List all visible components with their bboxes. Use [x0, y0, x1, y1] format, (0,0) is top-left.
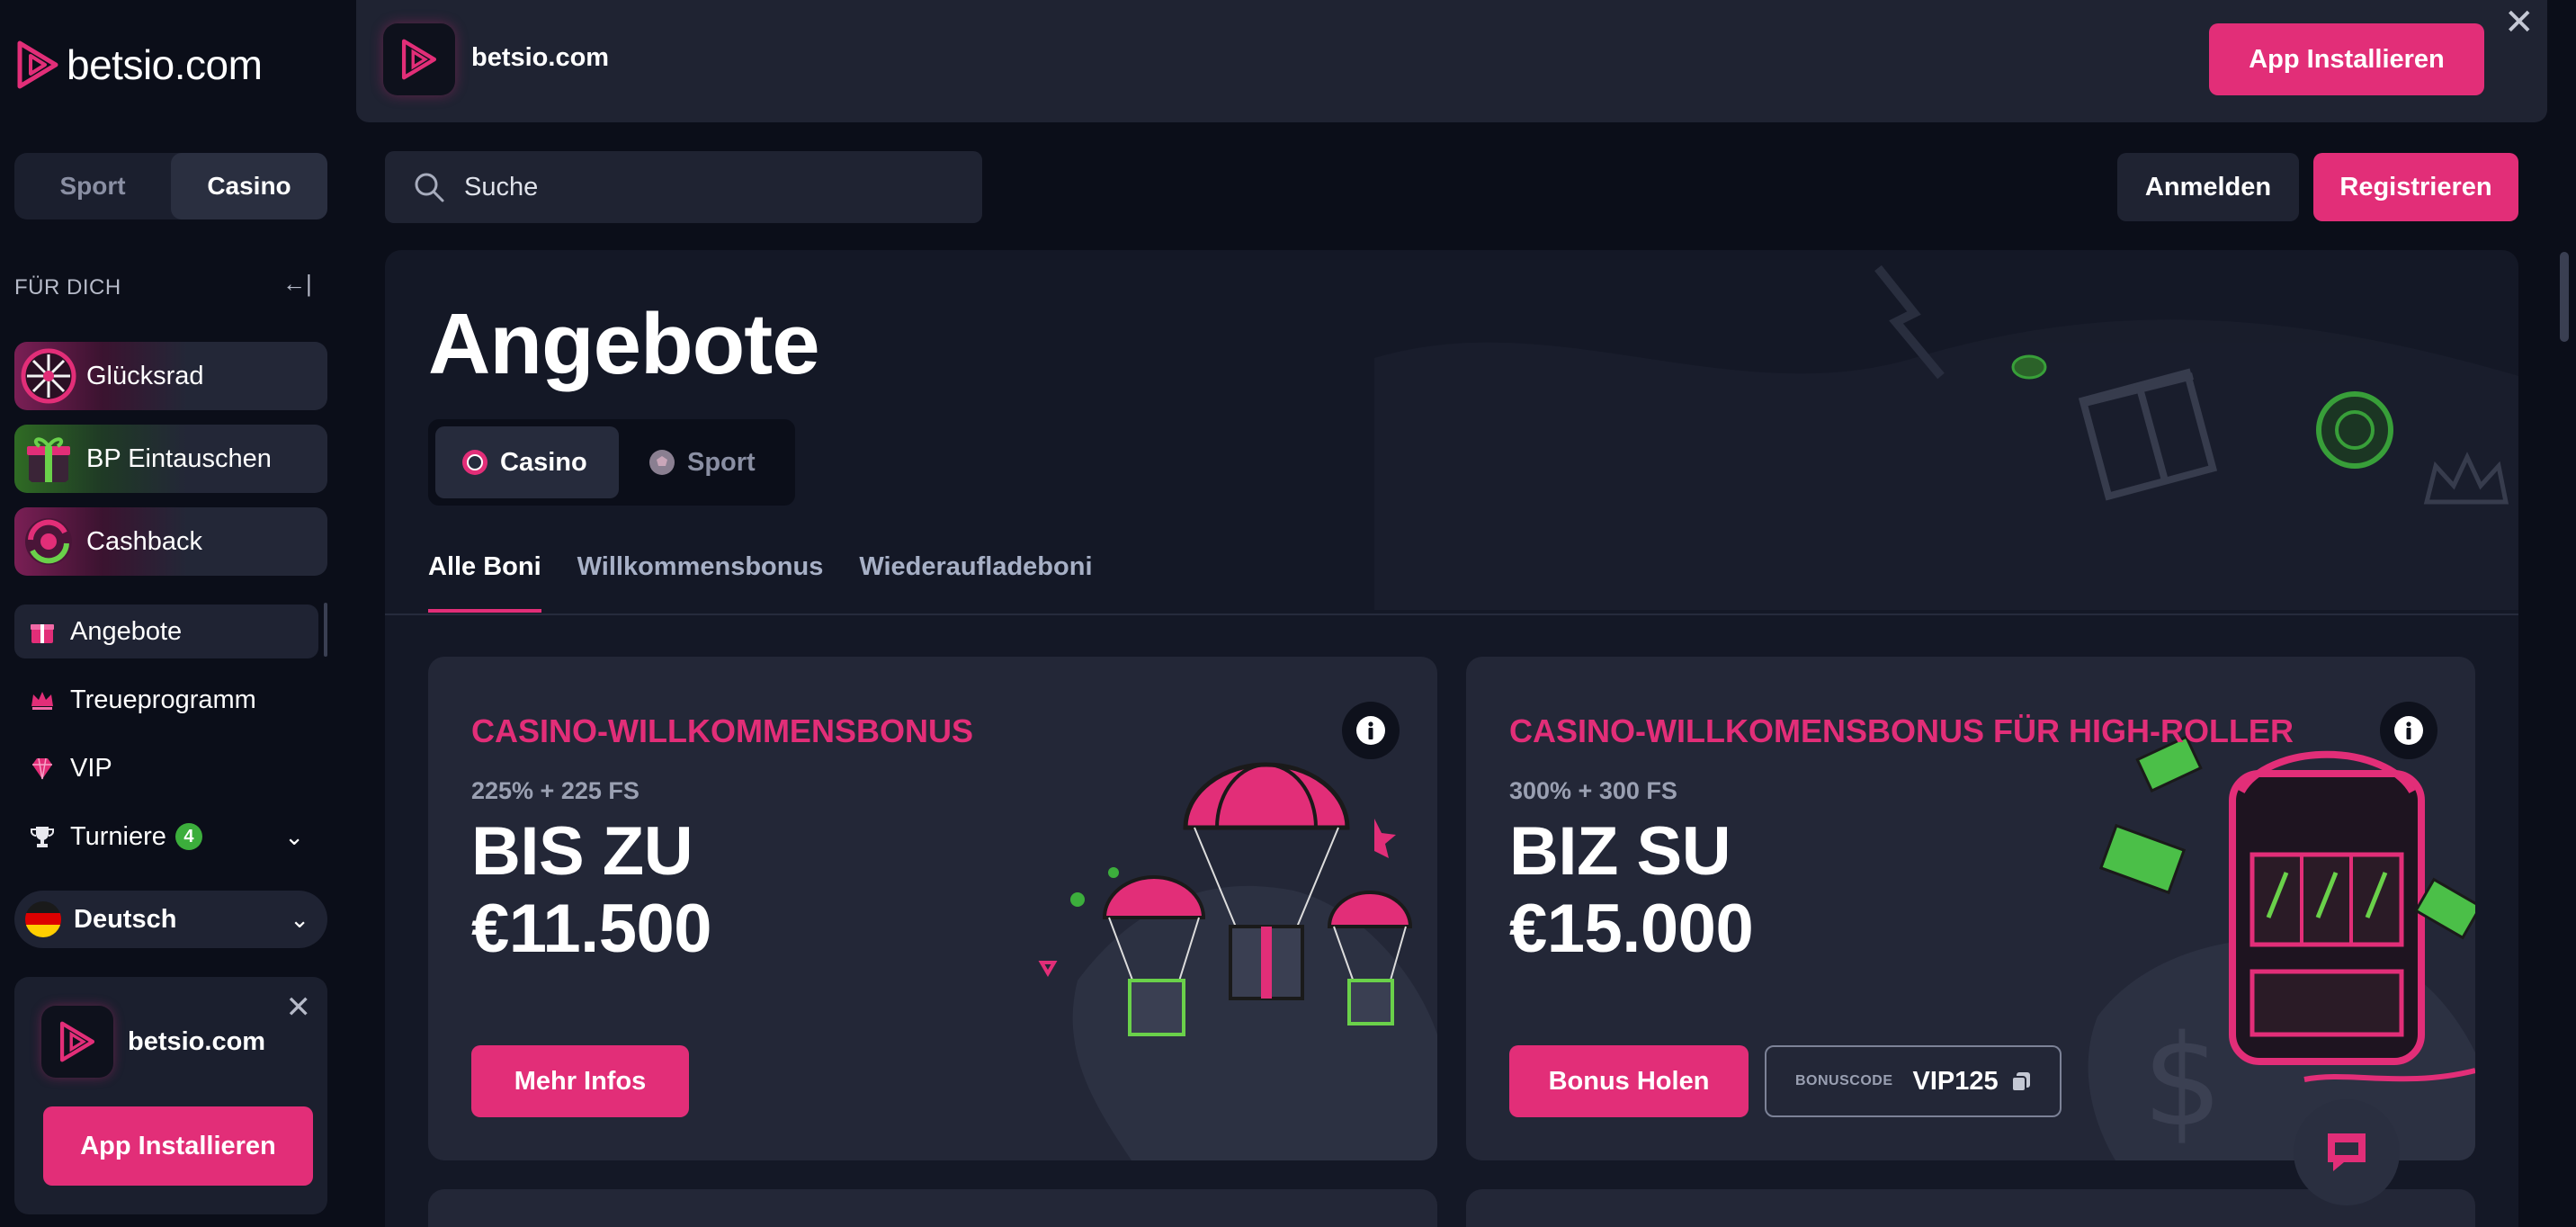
promo-gluecksrad[interactable]: Glücksrad — [14, 342, 327, 410]
tab-wiederaufladeboni[interactable]: Wiederaufladeboni — [859, 552, 1092, 613]
nav-label: Angebote — [70, 616, 183, 646]
search-placeholder: Suche — [464, 172, 539, 202]
soccer-ball-icon — [649, 450, 675, 475]
category-label: Casino — [500, 447, 587, 477]
gift-box-icon — [27, 437, 70, 482]
chat-button[interactable] — [2294, 1099, 2400, 1205]
toggle-casino[interactable]: Casino — [171, 153, 327, 219]
sidebar-scrollbar[interactable] — [324, 603, 327, 657]
category-sport[interactable]: Sport — [622, 426, 784, 498]
toggle-sport[interactable]: Sport — [14, 153, 171, 219]
hero-decoration — [1374, 264, 2518, 610]
search-icon — [415, 173, 444, 202]
tabs-divider — [385, 614, 2518, 615]
bonus-subtitle: 300% + 300 FS — [1509, 777, 1677, 804]
trophy-icon — [27, 821, 58, 852]
site-logo[interactable]: betsio.com — [14, 40, 263, 90]
page-title: Angebote — [428, 296, 820, 392]
language-label: Deutsch — [74, 904, 177, 934]
crown-icon — [27, 685, 58, 715]
chat-icon — [2328, 1133, 2366, 1171]
nav-label: Treueprogramm — [70, 685, 256, 714]
bonus-amount-line1: BIS ZU — [471, 813, 693, 890]
category-toggle: Casino Sport — [428, 419, 795, 506]
bonus-amount: BIZ SU €15.000 — [1509, 813, 1754, 968]
casino-chip-icon — [462, 450, 487, 475]
claim-bonus-button[interactable]: Bonus Holen — [1509, 1045, 1749, 1117]
close-icon[interactable]: ✕ — [286, 990, 312, 1025]
chevron-down-icon[interactable]: ⌄ — [284, 823, 304, 851]
german-flag-icon — [25, 901, 61, 937]
bonus-card-partial — [428, 1189, 1437, 1227]
copy-icon[interactable] — [2009, 1070, 2033, 1093]
section-label-fuer-dich: FÜR DICH — [14, 275, 121, 300]
svg-text:$: $ — [2142, 1008, 2223, 1155]
install-app-button[interactable]: App Installieren — [2209, 23, 2484, 95]
sport-casino-toggle: Sport Casino — [14, 153, 327, 219]
chevron-down-icon: ⌄ — [290, 905, 309, 933]
bonus-amount-line2: €15.000 — [1509, 891, 1754, 967]
bonus-amount-line2: €11.500 — [471, 891, 712, 967]
bonus-amount: BIS ZU €11.500 — [471, 813, 712, 968]
bonus-code-value: VIP125 — [1912, 1066, 1999, 1096]
close-icon[interactable]: ✕ — [2504, 2, 2535, 43]
collapse-sidebar-icon[interactable]: ←| — [282, 270, 312, 298]
install-app-card: ✕ betsio.com App Installieren — [14, 977, 327, 1214]
offers-panel: Angebote Casino Sport Alle Boni Willkomm… — [385, 250, 2518, 1227]
gift-icon — [27, 616, 58, 647]
nav-turniere[interactable]: Turniere 4 ⌄ — [14, 810, 318, 864]
category-casino[interactable]: Casino — [435, 426, 619, 498]
bonus-card-welcome: CASINO-WILLKOMMENSBONUS 225% + 225 FS BI… — [428, 657, 1437, 1160]
category-label: Sport — [687, 447, 756, 477]
bonus-tabs: Alle Boni Willkommensbonus Wiederauflade… — [428, 552, 1129, 613]
info-icon[interactable] — [2380, 702, 2437, 759]
tab-willkommensbonus[interactable]: Willkommensbonus — [577, 552, 824, 613]
info-icon[interactable] — [1342, 702, 1400, 759]
cashback-icon — [25, 518, 72, 565]
nav-treueprogramm[interactable]: Treueprogramm — [14, 673, 318, 727]
register-button[interactable]: Registrieren — [2313, 153, 2518, 221]
bonus-card-high-roller: $ CASINO-WILLKOMENSBONUS FÜR HIGH-ROLLER… — [1466, 657, 2475, 1160]
nav-angebote[interactable]: Angebote — [14, 605, 318, 658]
bonus-amount-line1: BIZ SU — [1509, 813, 1731, 890]
login-button[interactable]: Anmelden — [2117, 153, 2299, 221]
tab-alle-boni[interactable]: Alle Boni — [428, 552, 541, 613]
more-info-button[interactable]: Mehr Infos — [471, 1045, 689, 1117]
parachute-gifts-illustration — [1038, 762, 1437, 1160]
language-selector[interactable]: Deutsch ⌄ — [14, 891, 327, 948]
promo-cashback[interactable]: Cashback — [14, 507, 327, 576]
turniere-count-badge: 4 — [174, 823, 202, 850]
app-name: betsio.com — [128, 1027, 266, 1056]
logo-text: betsio.com — [67, 41, 263, 88]
diamond-icon — [27, 753, 58, 784]
app-logo-icon — [41, 1006, 113, 1078]
nav-label: VIP — [70, 753, 112, 783]
app-name: betsio.com — [471, 43, 610, 72]
nav-vip[interactable]: VIP — [14, 741, 318, 795]
bonus-code-label: BONUSCODE — [1795, 1073, 1893, 1088]
promo-label: Cashback — [86, 526, 202, 556]
search-input[interactable]: Suche — [385, 151, 982, 223]
promo-label: BP Eintauschen — [86, 443, 272, 473]
sidebar: betsio.com Sport Casino FÜR DICH ←| Glüc… — [0, 0, 342, 1227]
promo-label: Glücksrad — [86, 361, 204, 390]
betsio-logo-icon — [17, 40, 58, 89]
nav-label: Turniere — [70, 821, 166, 851]
bonus-title: CASINO-WILLKOMMENSBONUS — [471, 712, 973, 749]
wheel-icon — [21, 348, 76, 404]
install-app-button[interactable]: App Installieren — [43, 1106, 313, 1186]
bonus-title: CASINO-WILLKOMENSBONUS FÜR HIGH-ROLLER — [1509, 712, 2294, 749]
page-scrollbar[interactable] — [2560, 252, 2569, 342]
promo-bp-eintauschen[interactable]: BP Eintauschen — [14, 425, 327, 493]
slot-machine-illustration: $ — [2088, 735, 2475, 1160]
bonus-subtitle: 225% + 225 FS — [471, 777, 640, 804]
app-logo-icon — [383, 23, 455, 95]
install-app-banner: betsio.com App Installieren ✕ — [356, 0, 2547, 122]
bonus-code-box[interactable]: BONUSCODE VIP125 — [1765, 1045, 2062, 1117]
